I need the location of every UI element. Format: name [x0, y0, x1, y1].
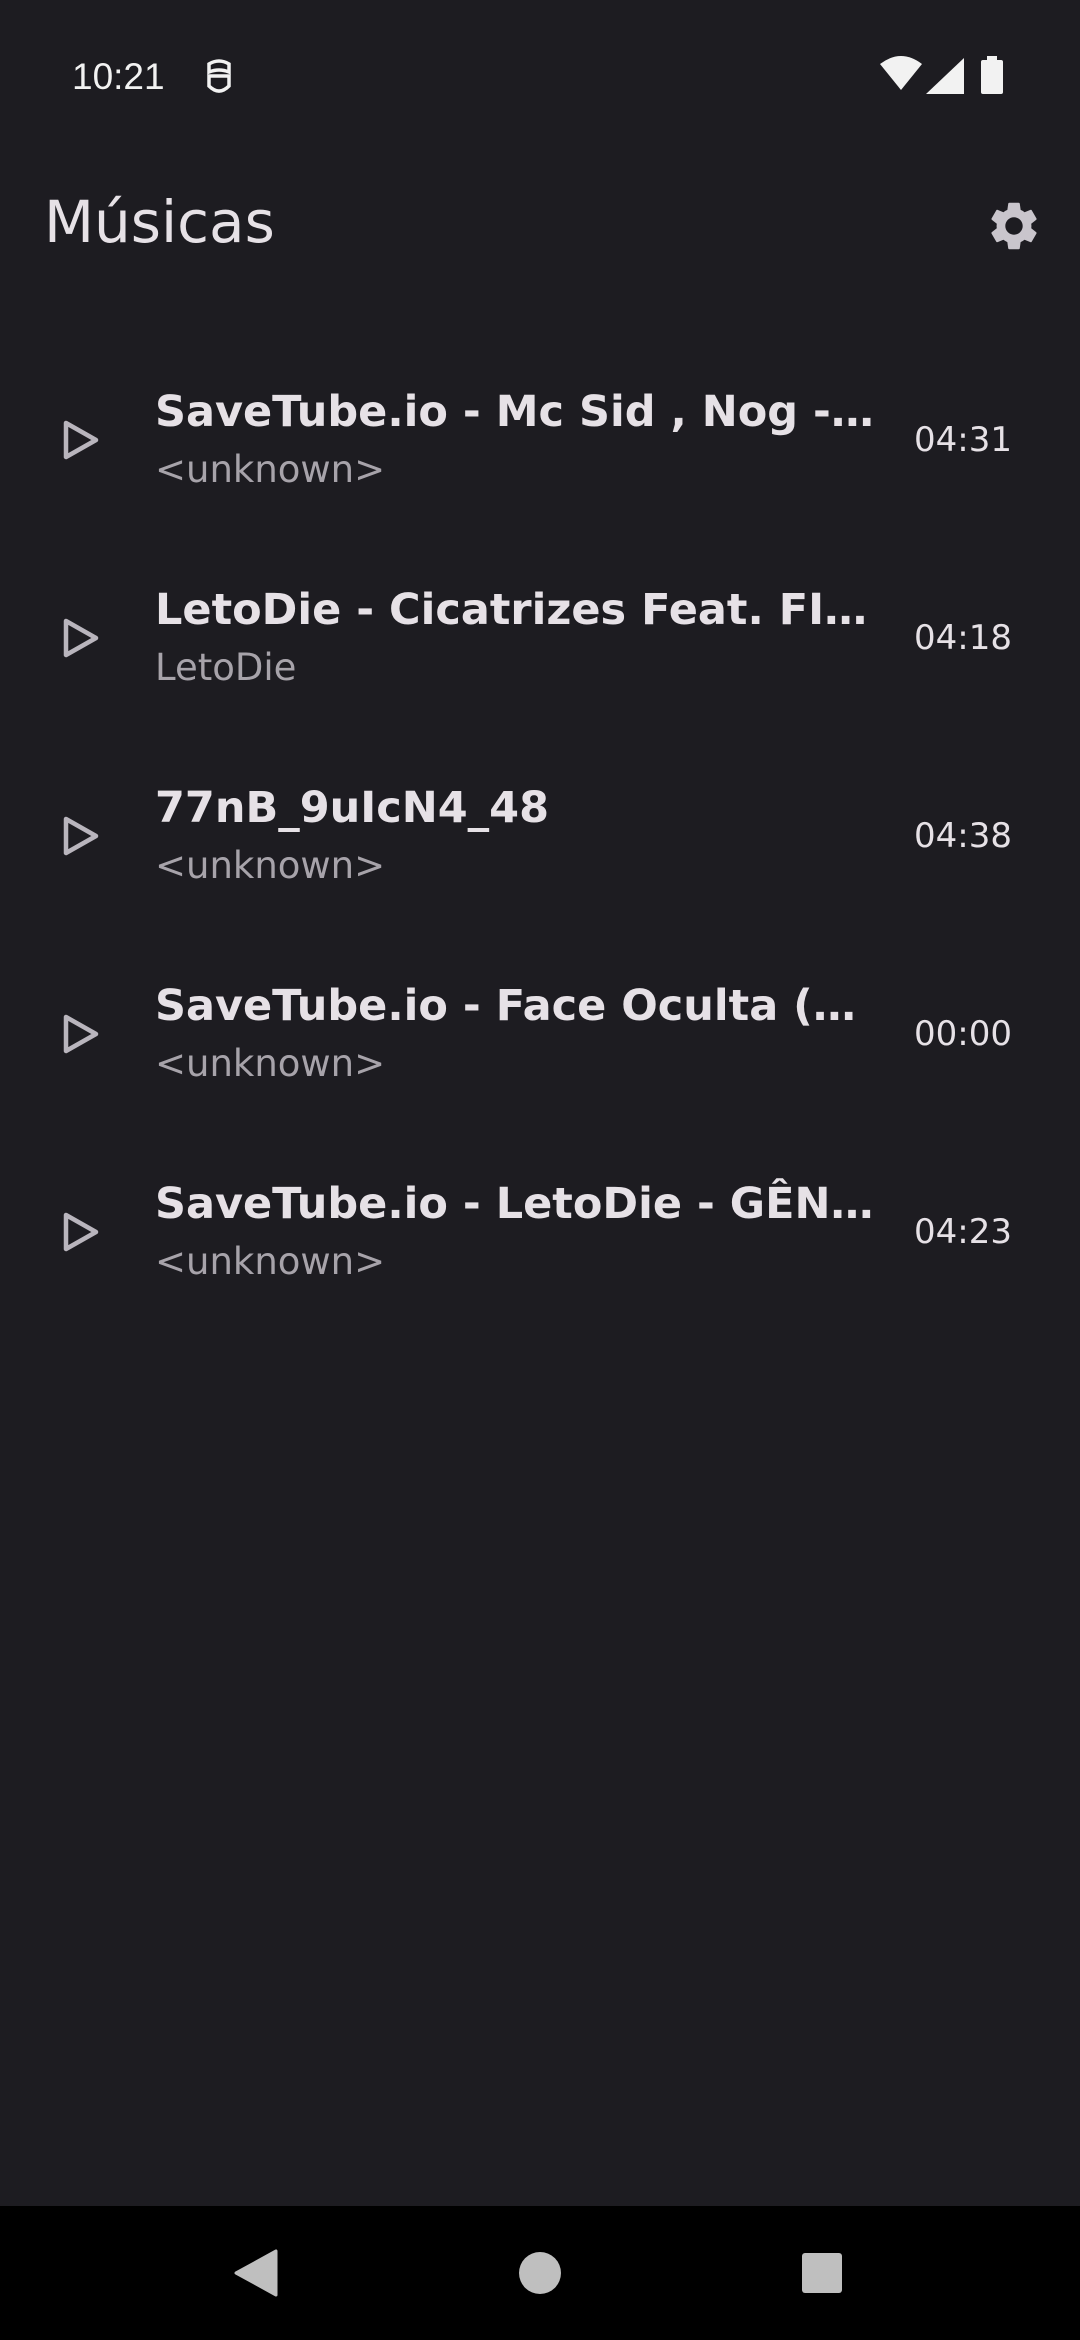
song-artist: <unknown>	[155, 448, 386, 491]
song-artist: LetoDie	[155, 646, 297, 689]
play-icon[interactable]	[58, 1011, 104, 1057]
song-title: LetoDie - Cicatrizes Feat. FILL Wildflow…	[155, 585, 875, 635]
song-artist: <unknown>	[155, 1240, 386, 1283]
song-title: 77nB_9uIcN4_48	[155, 783, 549, 833]
song-duration: 04:38	[914, 816, 1012, 856]
app-bar: Músicas	[0, 150, 1080, 300]
song-title: SaveTube.io - Mc Sid , Nog - Vidas Passa…	[155, 387, 875, 437]
play-icon[interactable]	[58, 1209, 104, 1255]
play-icon[interactable]	[58, 615, 104, 661]
song-duration: 04:31	[914, 420, 1012, 460]
song-title: SaveTube.io - LetoDie - GÊNESIS	[155, 1179, 875, 1229]
wifi-icon	[880, 56, 922, 90]
home-icon[interactable]	[517, 2250, 563, 2296]
song-artist: <unknown>	[155, 1042, 386, 1085]
signal-icon	[926, 58, 964, 94]
play-icon[interactable]	[58, 417, 104, 463]
navigation-bar	[0, 2206, 1080, 2340]
song-list: SaveTube.io - Mc Sid , Nog - Vidas Passa…	[0, 342, 1080, 1332]
song-item[interactable]: SaveTube.io - LetoDie - GÊNESIS <unknown…	[0, 1134, 1080, 1332]
screen: 10:21 Músicas SaveTube.io - Mc Sid , Nog…	[0, 0, 1080, 2340]
song-duration: 04:18	[914, 618, 1012, 658]
battery-icon	[981, 56, 1003, 94]
gear-icon	[991, 202, 1037, 250]
status-bar: 10:21	[0, 0, 1080, 150]
song-item[interactable]: SaveTube.io - Face Oculta (1080p) <unkno…	[0, 936, 1080, 1134]
song-duration: 00:00	[914, 1014, 1012, 1054]
song-item[interactable]: 77nB_9uIcN4_48 <unknown> 04:38	[0, 738, 1080, 936]
settings-button[interactable]	[978, 190, 1050, 262]
song-item[interactable]: LetoDie - Cicatrizes Feat. FILL Wildflow…	[0, 540, 1080, 738]
notification-icon	[207, 59, 231, 93]
song-item[interactable]: SaveTube.io - Mc Sid , Nog - Vidas Passa…	[0, 342, 1080, 540]
play-icon[interactable]	[58, 813, 104, 859]
song-duration: 04:23	[914, 1212, 1012, 1252]
recents-icon[interactable]	[800, 2251, 844, 2295]
page-title: Músicas	[44, 188, 275, 256]
status-time: 10:21	[72, 56, 165, 97]
back-icon[interactable]	[232, 2248, 280, 2298]
song-artist: <unknown>	[155, 844, 386, 887]
song-title: SaveTube.io - Face Oculta (1080p)	[155, 981, 875, 1031]
